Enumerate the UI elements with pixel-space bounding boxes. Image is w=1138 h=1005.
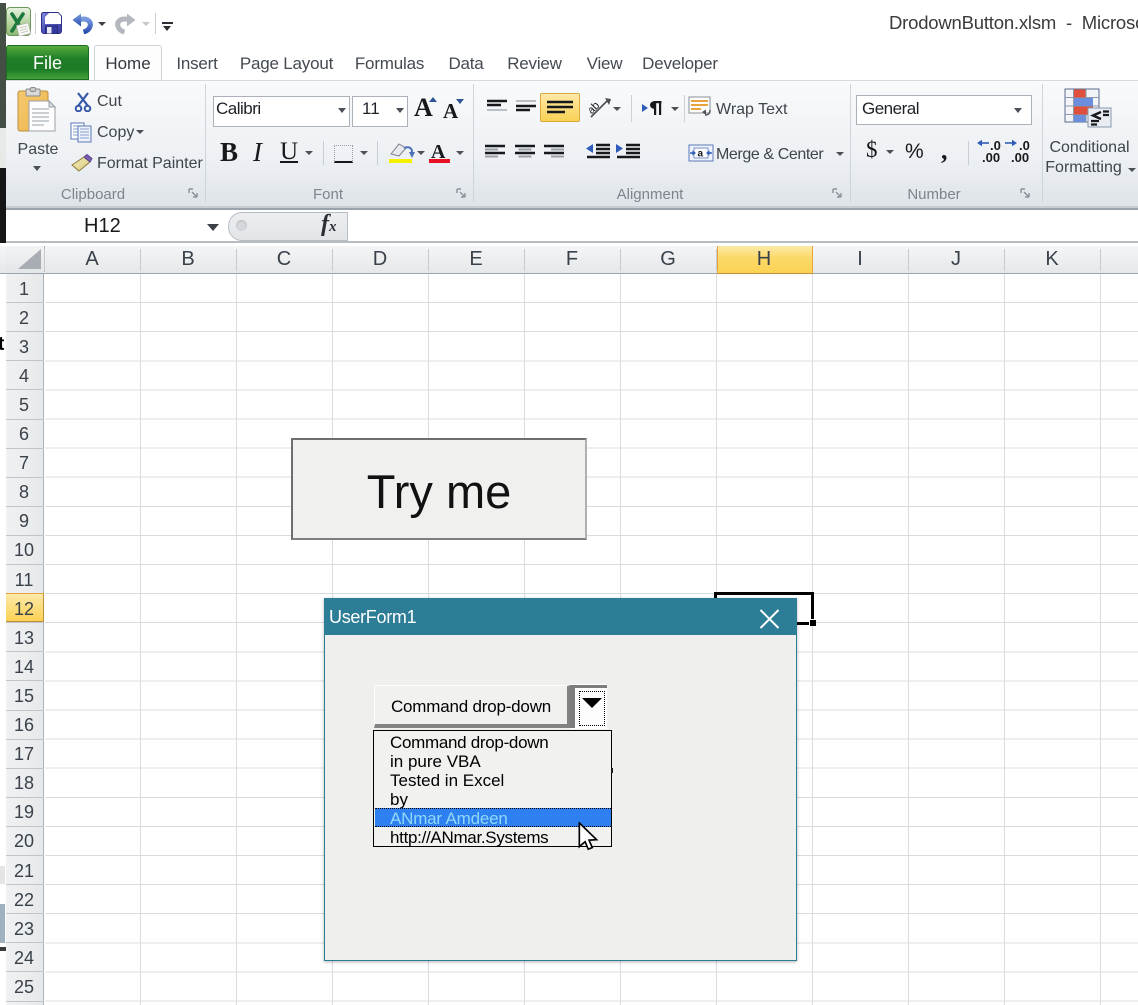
svg-text:a: a xyxy=(698,149,704,160)
svg-text:ab: ab xyxy=(589,100,602,117)
